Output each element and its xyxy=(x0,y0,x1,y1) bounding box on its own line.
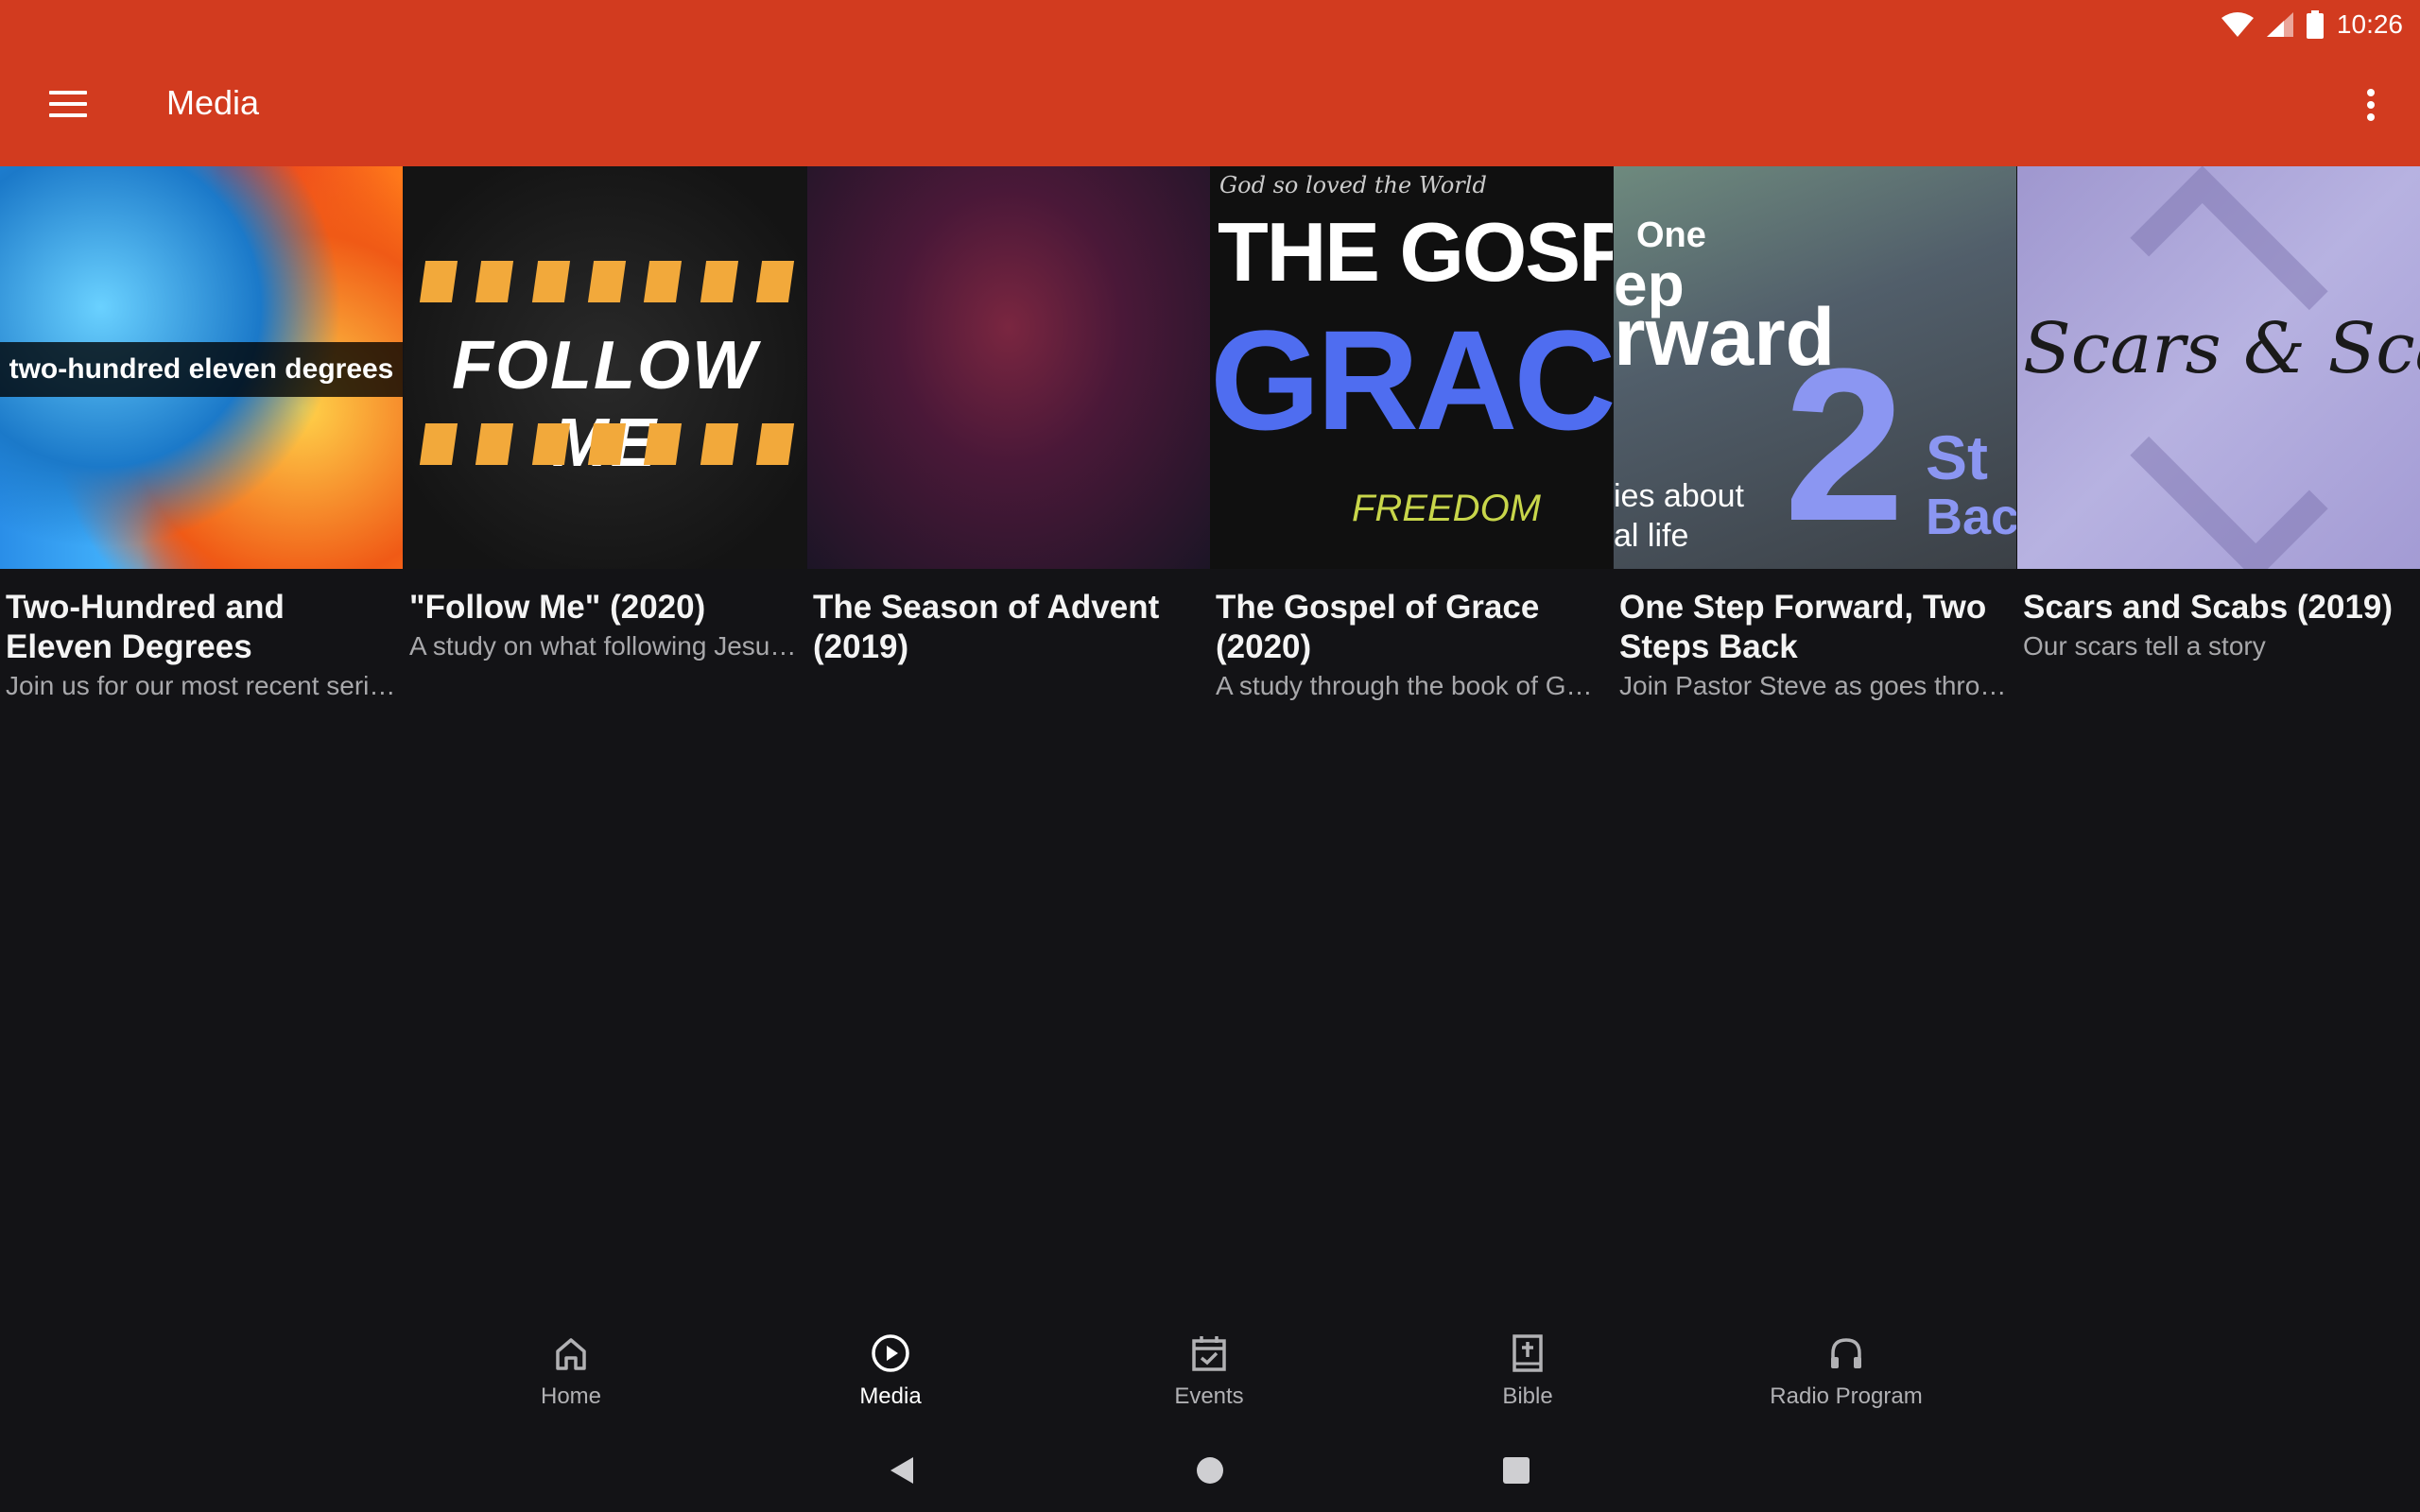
card-subtitle: Our scars tell a story xyxy=(2023,631,2266,661)
card-title: The Gospel of Grace (2020) xyxy=(1216,589,1540,665)
nav-events[interactable]: Events xyxy=(1115,1332,1304,1410)
thumbnail-caption: al life xyxy=(1614,518,1689,554)
card-subtitle: A study on what following Jesu… xyxy=(409,631,797,661)
home-icon xyxy=(556,1338,586,1370)
card-thumbnail: God so loved the World THE GOSPEL O GRAC… xyxy=(1210,166,1613,569)
home-circle-icon[interactable] xyxy=(1195,1455,1225,1486)
nav-bible[interactable]: Bible xyxy=(1433,1332,1622,1410)
page-title: Media xyxy=(166,83,260,122)
thumbnail-caption: St xyxy=(1926,422,1988,492)
thumbnail-caption: 2 xyxy=(1784,323,1905,566)
media-card[interactable]: FOLLOW ME "Follow Me" (2020) A study on … xyxy=(404,166,806,733)
status-bar: 10:26 xyxy=(2221,6,2403,43)
nav-label: Events xyxy=(1174,1383,1244,1409)
thumbnail-caption: FREEDOM xyxy=(1352,488,1541,529)
media-grid: two-hundred eleven degrees Two-Hundred a… xyxy=(0,166,2420,733)
battery-icon xyxy=(2306,10,2324,39)
card-title: Two-Hundred and Eleven Degrees xyxy=(6,589,285,665)
card-title: "Follow Me" (2020) xyxy=(409,589,706,626)
clock: 10:26 xyxy=(2336,9,2403,39)
thumbnail-script: God so loved the World xyxy=(1219,172,1487,198)
media-card[interactable]: Scars & Scabs Scars and Scabs (2019) Our… xyxy=(2017,166,2420,733)
nav-radio-program[interactable]: Radio Program xyxy=(1752,1332,1941,1410)
bible-icon xyxy=(1512,1334,1543,1372)
card-thumbnail xyxy=(807,166,1210,569)
card-subtitle: Join us for our most recent seri… xyxy=(6,671,396,700)
headphones-icon xyxy=(1831,1338,1861,1368)
card-thumbnail: two-hundred eleven degrees xyxy=(0,166,403,569)
card-title: One Step Forward, Two Steps Back xyxy=(1619,589,1987,665)
card-subtitle: A study through the book of Gal… xyxy=(1216,671,1607,700)
nav-label: Radio Program xyxy=(1770,1383,1923,1409)
signal-icon xyxy=(2266,12,2293,37)
nav-label: Bible xyxy=(1502,1383,1553,1409)
thumbnail-caption: Scars & Scabs xyxy=(2023,308,2420,389)
media-card[interactable]: God so loved the World THE GOSPEL O GRAC… xyxy=(1210,166,1613,733)
nav-label: Home xyxy=(540,1383,602,1409)
play-circle-icon xyxy=(872,1334,909,1372)
media-card[interactable]: One ep rward 2 St Bac ies about al life … xyxy=(1614,166,2016,733)
menu-icon[interactable] xyxy=(49,91,87,119)
card-thumbnail: Scars & Scabs xyxy=(2017,166,2420,569)
back-icon[interactable] xyxy=(887,1455,917,1486)
thumbnail-caption: GRACE xyxy=(1210,301,1613,459)
card-subtitle: Join Pastor Steve as goes throu… xyxy=(1619,671,2011,700)
media-card[interactable]: The Season of Advent (2019) xyxy=(807,166,1210,733)
more-vert-icon[interactable] xyxy=(2365,89,2377,127)
card-thumbnail: FOLLOW ME xyxy=(404,166,806,569)
thumbnail-caption: THE GOSPEL O xyxy=(1218,205,1613,299)
wifi-icon xyxy=(2221,12,2254,37)
thumbnail-caption: two-hundred eleven degrees xyxy=(0,342,403,397)
app-bar: 10:26 Media xyxy=(0,0,2420,166)
system-navigation xyxy=(0,1427,2420,1512)
recents-icon[interactable] xyxy=(1501,1455,1531,1486)
bottom-navigation: Home Media Events Bible Radio Program xyxy=(0,1323,2420,1427)
card-title: Scars and Scabs (2019) xyxy=(2023,589,2394,626)
thumbnail-caption: Bac xyxy=(1926,489,2016,545)
nav-home[interactable]: Home xyxy=(476,1332,666,1410)
card-thumbnail: One ep rward 2 St Bac ies about al life xyxy=(1614,166,2016,569)
card-title: The Season of Advent (2019) xyxy=(813,589,1160,665)
nav-label: Media xyxy=(859,1383,922,1409)
calendar-check-icon xyxy=(1192,1336,1226,1371)
thumbnail-caption: ies about xyxy=(1614,478,1744,514)
media-card[interactable]: two-hundred eleven degrees Two-Hundred a… xyxy=(0,166,403,733)
nav-media[interactable]: Media xyxy=(796,1332,985,1410)
